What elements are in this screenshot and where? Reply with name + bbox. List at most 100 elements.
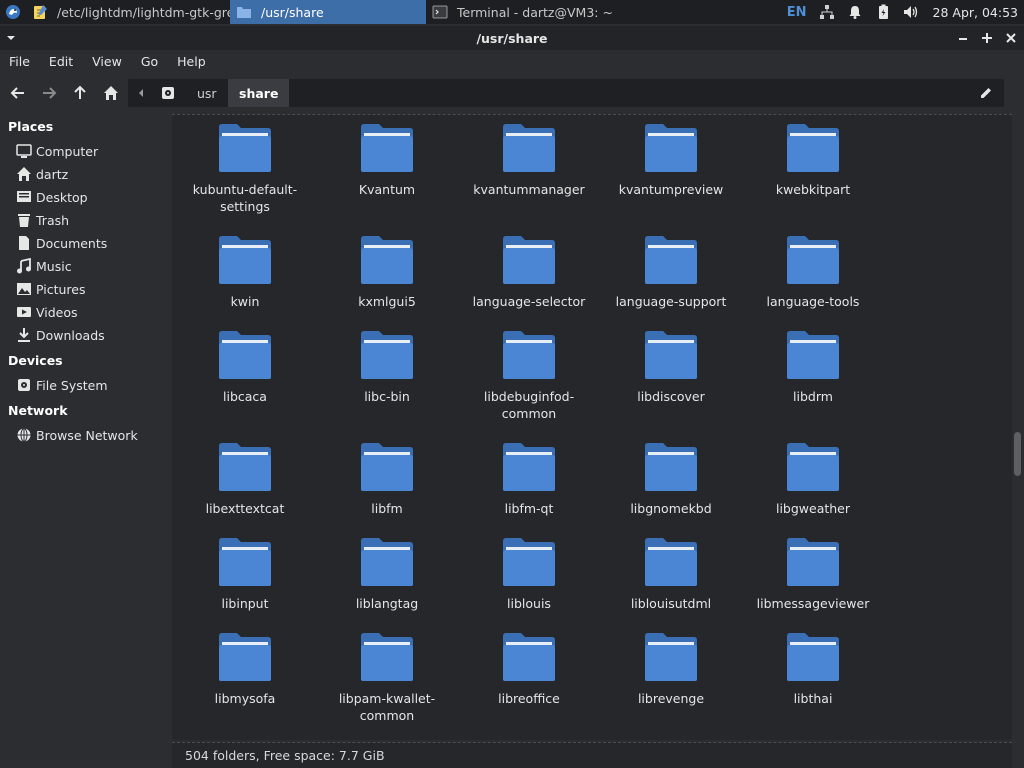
network-icon[interactable] <box>819 4 835 20</box>
folder-item[interactable]: libmessageviewer <box>742 537 884 637</box>
home-button[interactable] <box>99 81 123 105</box>
sidebar-item-browse-network[interactable]: Browse Network <box>16 425 138 445</box>
folder-name: liblouis <box>507 596 551 611</box>
up-button[interactable] <box>68 81 92 105</box>
folder-item[interactable]: libgnomekbd <box>600 442 742 542</box>
sidebar-item-desktop[interactable]: Desktop <box>16 187 88 207</box>
folder-item[interactable]: libmysofa <box>174 632 316 732</box>
folder-item[interactable]: libpam-kwallet-common <box>316 632 458 732</box>
folder-item[interactable]: liblangtag <box>316 537 458 637</box>
sidebar-item-label: Pictures <box>36 281 86 297</box>
folder-item[interactable]: language-tools <box>742 235 884 335</box>
volume-icon[interactable] <box>903 4 919 20</box>
folder-name: kwin <box>230 294 260 309</box>
folder-item[interactable]: libc-bin <box>316 330 458 430</box>
clock[interactable]: 28 Apr, 04:53 <box>933 5 1018 20</box>
folder-item[interactable]: kwin <box>174 235 316 335</box>
close-icon[interactable] <box>1004 30 1018 46</box>
folder-icon <box>645 124 697 172</box>
taskbar-task-terminal[interactable]: Terminal - dartz@VM3: ~ <box>426 0 626 24</box>
sidebar-item-pictures[interactable]: Pictures <box>16 279 86 299</box>
breadcrumb-usr[interactable]: usr <box>186 79 228 107</box>
download-icon <box>16 327 32 343</box>
sidebar-item-documents[interactable]: Documents <box>16 233 107 253</box>
battery-icon[interactable] <box>875 4 891 20</box>
folder-item[interactable]: liblouis <box>458 537 600 637</box>
document-icon <box>16 235 32 251</box>
sidebar-item-downloads[interactable]: Downloads <box>16 325 105 345</box>
folder-item[interactable]: libinput <box>174 537 316 637</box>
path-root-button[interactable] <box>156 79 180 107</box>
folder-item[interactable]: language-support <box>600 235 742 335</box>
folder-item[interactable]: libreoffice <box>458 632 600 732</box>
window-titlebar[interactable]: /usr/share <box>0 26 1024 50</box>
folder-name: libc-bin <box>364 389 410 404</box>
text-editor-icon <box>32 4 48 20</box>
folder-item[interactable]: libfm-qt <box>458 442 600 542</box>
folder-item[interactable]: libgweather <box>742 442 884 542</box>
folder-item[interactable]: libexttextcat <box>174 442 316 542</box>
folder-icon <box>645 236 697 284</box>
folder-icon <box>503 443 555 491</box>
folder-item[interactable]: libcaca <box>174 330 316 430</box>
minimize-icon[interactable] <box>956 30 970 46</box>
folder-name: language-tools <box>766 294 860 309</box>
folder-item[interactable]: librevenge <box>600 632 742 732</box>
folder-item[interactable]: kwebkitpart <box>742 123 884 223</box>
computer-icon <box>16 143 32 159</box>
scrollbar-thumb[interactable] <box>1014 432 1021 476</box>
folder-icon <box>503 124 555 172</box>
menu-go[interactable]: Go <box>141 54 158 69</box>
menu-file[interactable]: File <box>9 54 30 69</box>
folder-item[interactable]: language-selector <box>458 235 600 335</box>
taskbar-task-editor[interactable]: /etc/lightdm/lightdm-gtk-gre... <box>26 0 230 24</box>
window-controls <box>956 30 1018 46</box>
folder-name: libdiscover <box>637 389 705 404</box>
taskbar-task-filemanager[interactable]: /usr/share <box>230 0 426 24</box>
edit-path-button[interactable] <box>974 79 998 107</box>
sidebar-item-music[interactable]: Music <box>16 256 72 276</box>
breadcrumb-share[interactable]: share <box>228 79 290 107</box>
path-bar: usr share <box>128 79 1004 107</box>
menu-help[interactable]: Help <box>177 54 206 69</box>
back-button[interactable] <box>6 81 30 105</box>
folder-name: libdebuginfod-common <box>483 389 575 421</box>
window-title: /usr/share <box>476 30 548 46</box>
path-scroll-left-button[interactable] <box>130 79 152 107</box>
vertical-scrollbar[interactable] <box>1012 114 1024 740</box>
folder-view[interactable]: kubuntu-default-settings Kvantum kvantumma… <box>172 114 1012 740</box>
system-tray: EN 28 Apr, 04:53 <box>775 0 1024 24</box>
folder-item[interactable]: kvantumpreview <box>600 123 742 223</box>
keyboard-layout-indicator[interactable]: EN <box>787 5 807 20</box>
folder-item[interactable]: libfm <box>316 442 458 542</box>
folder-icon <box>645 443 697 491</box>
folder-item[interactable]: kxmlgui5 <box>316 235 458 335</box>
sidebar-item-computer[interactable]: Computer <box>16 141 98 161</box>
arrow-left-icon <box>10 87 24 99</box>
folder-item[interactable]: liblouisutdml <box>600 537 742 637</box>
status-text: 504 folders, Free space: 7.7 GiB <box>185 748 385 763</box>
menu-view[interactable]: View <box>92 54 122 69</box>
window-menu-icon[interactable] <box>4 31 18 45</box>
folder-item[interactable]: libdebuginfod-common <box>458 330 600 430</box>
folder-item[interactable]: libdrm <box>742 330 884 430</box>
folder-icon <box>787 633 839 681</box>
sidebar-item-home[interactable]: dartz <box>16 164 68 184</box>
menu-edit[interactable]: Edit <box>49 54 73 69</box>
folder-item[interactable]: libdiscover <box>600 330 742 430</box>
folder-name: libreoffice <box>498 691 560 706</box>
maximize-icon[interactable] <box>980 30 994 46</box>
sidebar-item-label: Trash <box>36 212 70 228</box>
sidebar-item-filesystem[interactable]: File System <box>16 375 108 395</box>
folder-item[interactable]: Kvantum <box>316 123 458 223</box>
sidebar-item-trash[interactable]: Trash <box>16 210 69 230</box>
folder-icon <box>503 633 555 681</box>
taskbar-task-label: /etc/lightdm/lightdm-gtk-gre... <box>57 4 230 20</box>
sidebar-item-videos[interactable]: Videos <box>16 302 78 322</box>
folder-item[interactable]: libthai <box>742 632 884 732</box>
folder-item[interactable]: kvantummanager <box>458 123 600 223</box>
folder-item[interactable]: kubuntu-default-settings <box>174 123 316 223</box>
start-menu-button[interactable] <box>0 0 26 24</box>
notification-bell-icon[interactable] <box>847 4 863 20</box>
forward-button[interactable] <box>37 81 61 105</box>
